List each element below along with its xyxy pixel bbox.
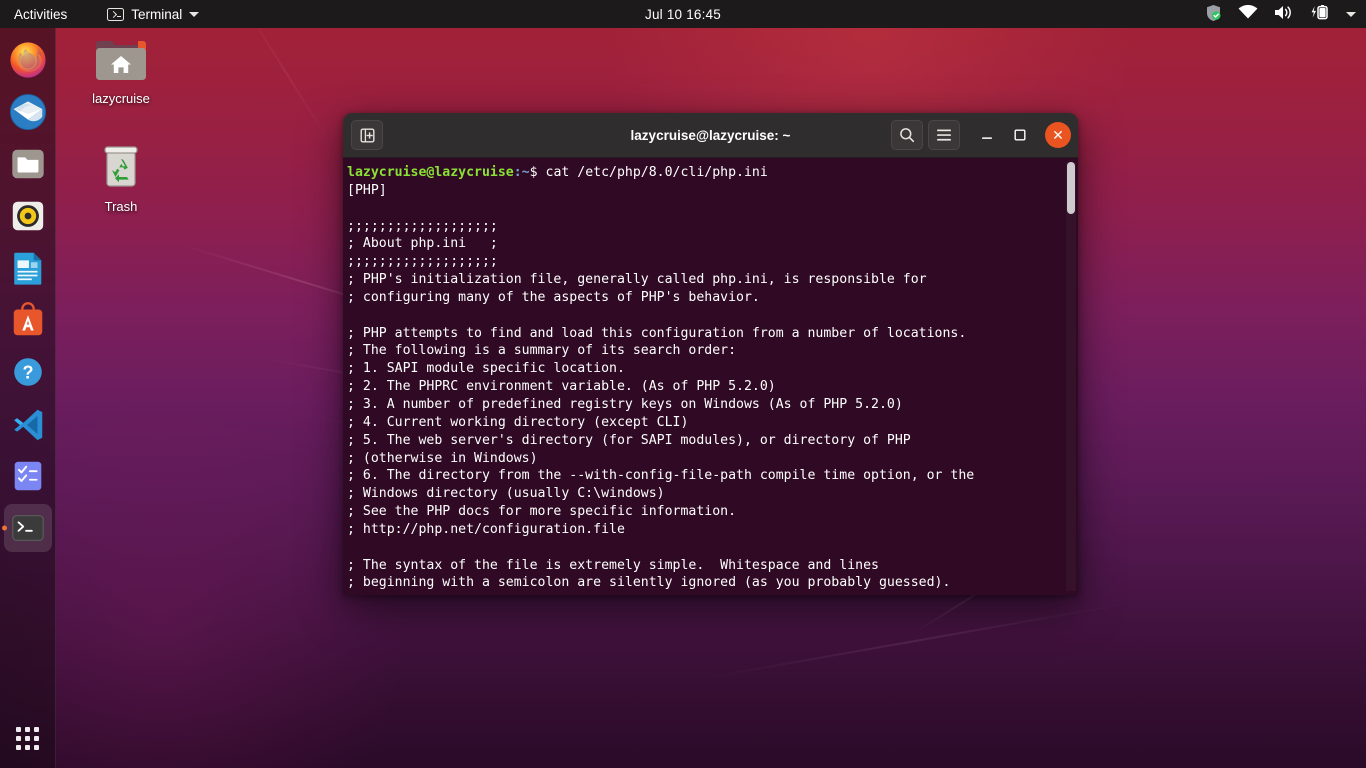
dock-item-tasks[interactable] [4, 452, 52, 500]
terminal-output-line: ; 4. Current working directory (except C… [347, 414, 689, 430]
terminal-window: lazycruise@lazycruise: ~ ✕ lazycruise@la… [343, 113, 1078, 595]
desktop-icon-home-folder[interactable]: lazycruise [76, 36, 166, 106]
home-folder-icon [96, 41, 146, 80]
terminal-output-line: ; The syntax of the file is extremely si… [347, 557, 879, 573]
terminal-prompt-line: lazycruise@lazycruise:~$ cat /etc/php/8.… [345, 164, 1078, 182]
search-button[interactable] [891, 120, 923, 150]
clock[interactable]: Jul 10 16:45 [0, 7, 1366, 22]
terminal-output-line: ; beginning with a semicolon are silentl… [347, 575, 951, 591]
system-tray[interactable] [1205, 0, 1356, 28]
trash-icon [104, 146, 138, 187]
terminal-output-line: ; 2. The PHPRC environment variable. (As… [347, 379, 776, 395]
terminal-titlebar[interactable]: lazycruise@lazycruise: ~ ✕ [343, 113, 1078, 158]
desktop-icon-label: Trash [104, 199, 138, 214]
terminal-body[interactable]: lazycruise@lazycruise:~$ cat /etc/php/8.… [343, 158, 1078, 595]
shield-icon [1205, 4, 1222, 25]
terminal-output-line: ; PHP attempts to find and load this con… [347, 325, 967, 341]
tasks-icon [14, 461, 41, 491]
desktop: Activities Terminal Jul 10 16:45 ? lazyc… [0, 0, 1366, 768]
terminal-output-line: ;;;;;;;;;;;;;;;;;;; [347, 218, 498, 234]
top-bar: Activities Terminal Jul 10 16:45 [0, 0, 1366, 28]
terminal-output-line: ; 6. The directory from the --with-confi… [347, 468, 975, 484]
minimize-icon [982, 137, 992, 139]
terminal-output-line: ; 5. The web server's directory (for SAP… [347, 432, 911, 448]
dock-item-libreoffice-writer[interactable] [4, 244, 52, 292]
terminal-output-line: ; 1. SAPI module specific location. [347, 361, 625, 377]
scrollbar-thumb[interactable] [1067, 162, 1075, 214]
terminal-output-line: ; (otherwise in Windows) [347, 450, 538, 466]
svg-text:?: ? [22, 363, 33, 383]
new-tab-button[interactable] [351, 120, 383, 150]
terminal-output-line: ;;;;;;;;;;;;;;;;;;; [347, 254, 498, 270]
battery-charging-icon [1310, 4, 1330, 24]
terminal-output-line: ; configuring many of the aspects of PHP… [347, 289, 760, 305]
terminal-command: $ cat /etc/php/8.0/cli/php.ini [529, 165, 768, 180]
chevron-down-icon [1346, 11, 1356, 17]
show-applications-button[interactable] [4, 714, 52, 762]
volume-icon [1274, 4, 1294, 24]
maximize-button[interactable] [1006, 121, 1034, 149]
dock-item-vscode[interactable] [4, 400, 52, 448]
new-tab-icon [360, 128, 375, 143]
vscode-icon [13, 409, 42, 441]
terminal-output-line: [PHP] [347, 182, 387, 198]
terminal-output-line: ; 3. A number of predefined registry key… [347, 396, 903, 412]
dock-item-help[interactable]: ? [4, 348, 52, 396]
wifi-icon [1238, 5, 1258, 23]
search-icon [900, 128, 915, 143]
firefox-icon [9, 42, 46, 78]
terminal-output-line: ; Windows directory (usually C:\windows) [347, 486, 665, 502]
wallpaper-streak [703, 602, 1127, 680]
titlebar-controls: ✕ [891, 120, 1071, 150]
software-icon [13, 302, 42, 336]
app-grid-icon [16, 726, 39, 750]
hamburger-icon [937, 129, 951, 141]
prompt-path: :~ [513, 165, 530, 180]
maximize-icon [1014, 129, 1026, 141]
terminal-scrollbar[interactable] [1066, 162, 1076, 591]
dock-item-thunderbird[interactable] [4, 88, 52, 136]
help-icon: ? [13, 358, 42, 386]
terminal-output-line: ; http://php.net/configuration.file [347, 521, 625, 537]
terminal-output-line: ; The following is a summary of its sear… [347, 343, 737, 359]
desktop-icon-trash[interactable]: Trash [76, 140, 166, 214]
writer-icon [13, 252, 41, 285]
dock-item-firefox[interactable] [4, 36, 52, 84]
menu-button[interactable] [928, 120, 960, 150]
terminal-icon [11, 515, 44, 541]
dock-item-terminal[interactable] [3, 504, 52, 552]
close-button[interactable]: ✕ [1045, 122, 1071, 148]
dock-item-rhythmbox[interactable] [4, 192, 52, 240]
dock: ? [0, 28, 56, 768]
rhythmbox-icon [12, 201, 43, 231]
terminal-output-line: ; About php.ini ; [347, 236, 498, 252]
files-icon [11, 149, 44, 179]
terminal-output-line: ; See the PHP docs for more specific inf… [347, 504, 737, 520]
prompt-user: lazycruise@lazycruise [347, 165, 514, 180]
terminal-output: lazycruise@lazycruise:~$ cat /etc/php/8.… [343, 164, 1078, 592]
thunderbird-icon [9, 93, 46, 131]
desktop-icon-label: lazycruise [92, 91, 150, 106]
dock-item-ubuntu-software[interactable] [4, 296, 52, 344]
minimize-button[interactable] [973, 121, 1001, 149]
dock-item-files[interactable] [4, 140, 52, 188]
terminal-output-line: ; PHP's initialization file, generally c… [347, 272, 927, 288]
